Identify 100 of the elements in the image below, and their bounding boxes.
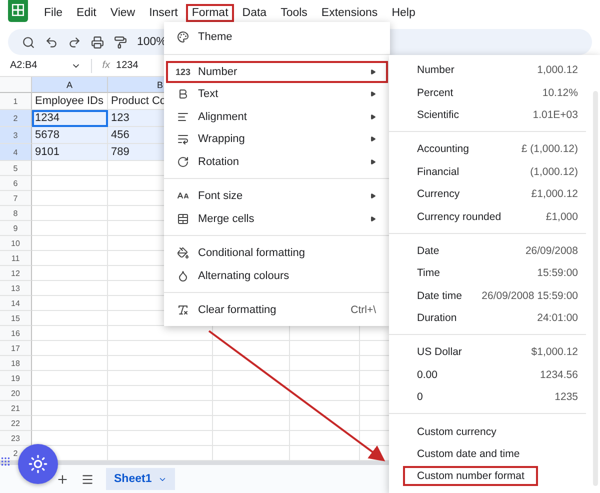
submenu-arrow-icon [370, 158, 376, 165]
menu-item[interactable]: View [104, 4, 142, 22]
row-header[interactable]: 17 [0, 341, 32, 356]
menu-item[interactable]: Currency £1,000.12 [389, 182, 586, 206]
print-icon[interactable] [91, 36, 104, 48]
fx-icon: fx [102, 60, 110, 71]
submenu-arrow-icon [370, 68, 376, 75]
menu-item[interactable]: Edit [70, 4, 102, 22]
menu-item[interactable]: Scientific 1.01E+03 [389, 104, 586, 126]
menu-item-label: Financial [416, 164, 460, 180]
add-sheet-icon[interactable] [56, 472, 69, 486]
clear-formatting-icon [176, 304, 190, 316]
name-box[interactable]: A2:B4 [10, 60, 38, 71]
menu-item[interactable]: Format [186, 4, 234, 22]
redo-icon[interactable] [68, 36, 81, 48]
menu-item[interactable]: Help [386, 4, 422, 22]
row-header[interactable]: 9 [0, 221, 32, 236]
row-header[interactable]: 11 [0, 251, 32, 266]
submenu-arrow-icon [370, 216, 376, 222]
menu-item-label: 0.00 [416, 368, 438, 383]
menu-item-label: Custom number format [403, 466, 538, 486]
format-example: 15:59:00 [537, 267, 578, 280]
format-example: 1235 [554, 391, 578, 404]
menu-item[interactable]: Date 26/09/2008 [389, 240, 586, 262]
menu-item[interactable]: Theme [166, 26, 388, 48]
format-example: 26/09/2008 [525, 244, 578, 257]
wrap-text-icon [176, 133, 190, 146]
menu-item[interactable]: Accounting £ (1,000.12) [389, 138, 586, 161]
menu-item[interactable]: Percent 10.12% [389, 81, 586, 104]
row-header[interactable]: 3 [0, 127, 32, 144]
menu-item-label: Time [416, 266, 441, 282]
row-header[interactable]: 2 [0, 110, 32, 127]
column-header[interactable]: A [32, 77, 108, 93]
menu-item-label: Date [416, 244, 440, 259]
menu-item[interactable]: Currency rounded £1,000 [389, 205, 586, 228]
menu-item[interactable]: Font size [166, 185, 388, 208]
undo-icon[interactable] [45, 36, 58, 48]
menu-item-label: US Dollar [416, 345, 463, 360]
menu-item[interactable]: File [38, 4, 69, 22]
number-icon: 123 [176, 66, 190, 77]
menu-item-label: Custom date and time [416, 447, 521, 462]
menu-item[interactable]: 123 Number [166, 60, 388, 83]
menu-item[interactable]: Alternating colours [166, 264, 388, 287]
row-header[interactable]: 10 [0, 236, 32, 251]
menu-item[interactable]: 0 1235 [389, 386, 586, 408]
menu-item[interactable]: 0.00 1234.56 [389, 364, 586, 386]
table-cell: 1234 [32, 110, 108, 127]
menu-item-label: Currency [416, 187, 461, 202]
search-icon[interactable] [22, 36, 35, 48]
format-example: (1,000.12) [530, 166, 578, 178]
menu-item[interactable]: Insert [143, 4, 184, 22]
menu-item[interactable]: Data [236, 4, 273, 22]
dots-grid-icon[interactable] [0, 456, 11, 467]
menu-item[interactable]: Financial (1,000.12) [389, 160, 586, 183]
menu-item[interactable]: Extensions [315, 4, 384, 22]
palette-icon [176, 31, 190, 44]
row-header[interactable]: 20 [0, 386, 32, 401]
rotate-icon [176, 156, 190, 168]
format-example: 24:01:00 [537, 312, 578, 324]
paint-roller-icon[interactable] [114, 36, 127, 48]
row-header[interactable]: 19 [0, 371, 32, 386]
submenu-arrow-icon [370, 91, 376, 98]
row-header[interactable]: 6 [0, 176, 32, 191]
formula-field[interactable]: 1234 [116, 60, 138, 71]
row-header[interactable]: 1 [0, 93, 32, 110]
menu-item-label: Percent [416, 86, 454, 101]
menu-item-label: Date time [416, 288, 463, 304]
menu-item-label: Accounting [416, 142, 470, 158]
row-header[interactable]: 16 [0, 326, 32, 341]
menu-item[interactable]: Clear formatting Ctrl+\ [166, 299, 388, 322]
row-header[interactable]: 13 [0, 281, 32, 296]
row-header[interactable]: 21 [0, 401, 32, 416]
row-header[interactable]: 18 [0, 356, 32, 371]
sheet-tab[interactable]: Sheet1 [106, 468, 175, 490]
menu-item[interactable]: Number 1,000.12 [389, 59, 586, 82]
row-header[interactable]: 22 [0, 416, 32, 431]
menu-item[interactable]: Date time 26/09/2008 15:59:00 [389, 284, 586, 307]
menu-item[interactable]: Merge cells [166, 208, 388, 230]
menu-item[interactable]: Conditional formatting [166, 242, 388, 264]
format-example: £ (1,000.12) [521, 143, 578, 156]
menu-icon[interactable] [81, 472, 94, 486]
menu-item[interactable]: Custom date and time [389, 442, 586, 466]
row-header[interactable]: 12 [0, 266, 32, 281]
row-header[interactable]: 8 [0, 206, 32, 221]
shortcut-text: Ctrl+\ [350, 304, 376, 316]
row-header[interactable]: 23 [0, 431, 32, 446]
menu-item[interactable]: Tools [274, 4, 314, 22]
submenu-arrow-icon [370, 114, 376, 120]
menu-item[interactable]: US Dollar $1,000.12 [389, 341, 586, 364]
row-header[interactable]: 15 [0, 311, 32, 326]
menu-item[interactable]: Custom currency [389, 420, 586, 443]
menu-item[interactable]: Duration 24:01:00 [389, 306, 586, 330]
menu-item-label: Currency rounded [416, 210, 502, 225]
spreadsheet-logo-icon[interactable] [8, 0, 28, 22]
menu-item[interactable]: Custom number format [389, 465, 586, 488]
row-header[interactable]: 4 [0, 144, 32, 161]
row-header[interactable]: 7 [0, 191, 32, 206]
menu-item[interactable]: Time 15:59:00 [389, 262, 586, 285]
row-header[interactable]: 5 [0, 161, 32, 176]
row-header[interactable]: 14 [0, 296, 32, 311]
